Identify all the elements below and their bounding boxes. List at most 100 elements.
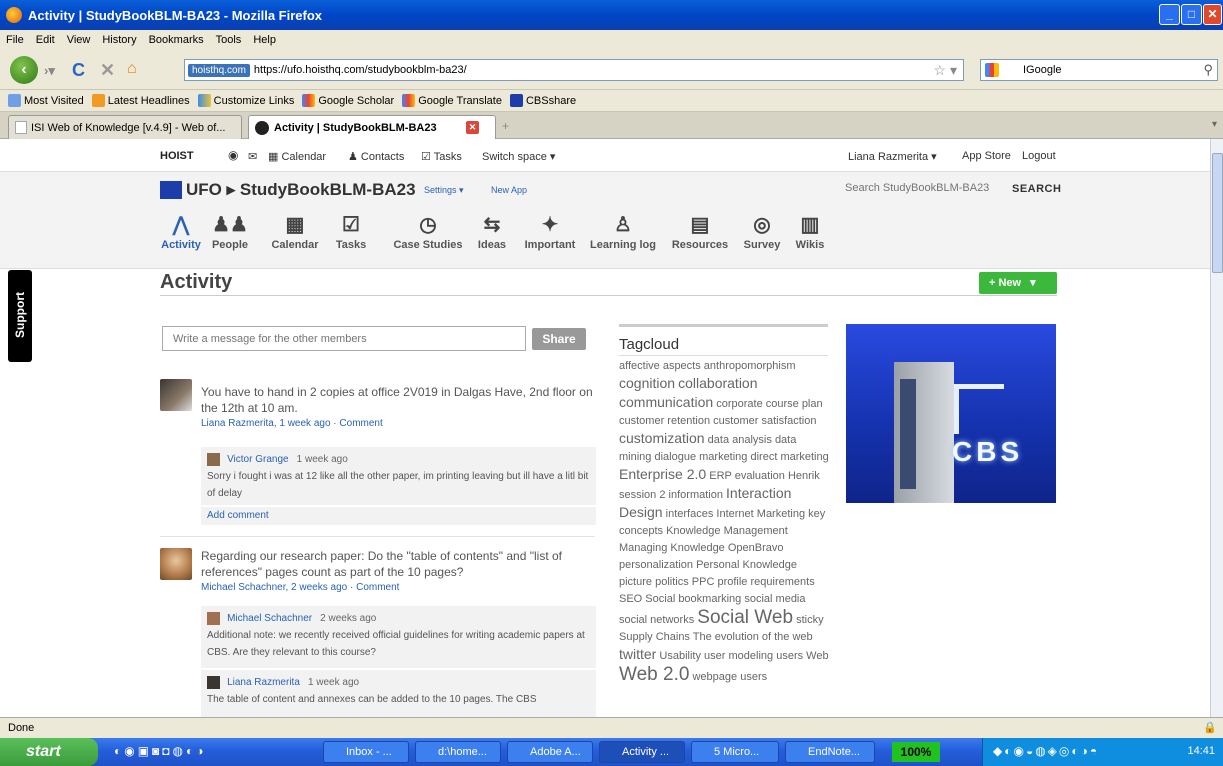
menu-view[interactable]: View <box>67 34 91 46</box>
tag-link[interactable]: social media <box>744 593 805 605</box>
tasks-link[interactable]: ☑ Tasks <box>421 150 462 163</box>
menu-bookmarks[interactable]: Bookmarks <box>149 34 204 46</box>
avatar[interactable] <box>207 676 220 689</box>
tag-link[interactable]: social networks <box>619 614 694 626</box>
nav-activity[interactable]: ⋀ Activity <box>160 214 202 251</box>
nav-ideas[interactable]: ⇆ Ideas <box>474 214 510 251</box>
tag-link[interactable]: collaboration <box>678 375 757 391</box>
close-tab-icon[interactable]: ✕ <box>466 121 479 134</box>
tag-link[interactable]: Managing Knowledge <box>619 542 725 554</box>
tag-link[interactable]: politics <box>655 576 689 588</box>
tag-link[interactable]: OpenBravo <box>728 542 784 554</box>
forward-button[interactable]: ›▾ <box>44 63 55 79</box>
nav-wikis[interactable]: ▥ Wikis <box>792 214 828 251</box>
switch-space-menu[interactable]: Switch space ▾ <box>482 150 555 163</box>
stop-icon[interactable]: ✕ <box>100 60 115 81</box>
new-button[interactable]: + New ▾ <box>979 272 1057 294</box>
new-tab-button[interactable]: + <box>502 119 509 133</box>
search-bar[interactable]: IGoogle ⚲ <box>980 59 1218 81</box>
maximize-button[interactable]: □ <box>1181 4 1202 25</box>
menu-file[interactable]: File <box>6 34 24 46</box>
new-app-link[interactable]: New App <box>491 185 527 195</box>
tag-link[interactable]: evaluation <box>735 470 785 482</box>
tag-link[interactable]: Knowledge Management <box>666 525 788 537</box>
comment-link[interactable]: Comment <box>339 418 382 429</box>
support-tab[interactable]: Support <box>8 270 32 362</box>
app-store-link[interactable]: App Store <box>962 150 1011 162</box>
tag-link[interactable]: dialogue marketing <box>654 451 747 463</box>
tag-link[interactable]: webpage <box>692 671 737 683</box>
back-button[interactable]: ‹ <box>10 56 38 84</box>
comment-link[interactable]: Comment <box>356 582 399 593</box>
tag-link[interactable]: twitter <box>619 646 656 662</box>
taskbar-item-folder[interactable]: d:\home... <box>415 741 501 763</box>
bookmark-google-scholar[interactable]: Google Scholar <box>302 94 394 107</box>
tag-link[interactable]: requirements <box>751 576 815 588</box>
space-search-input[interactable] <box>845 177 1005 199</box>
site-identity-badge[interactable]: hoisthq.com <box>188 63 250 77</box>
author-link[interactable]: Michael Schachner <box>201 582 286 593</box>
url-bar[interactable]: hoisthq.com https://ufo.hoisthq.com/stud… <box>184 59 964 81</box>
nav-learning-log[interactable]: ♙ Learning log <box>588 214 658 251</box>
tag-link[interactable]: interfaces <box>666 508 714 520</box>
message-input[interactable] <box>162 326 526 351</box>
nav-people[interactable]: ♟♟ People <box>208 214 252 251</box>
share-button[interactable]: Share <box>532 328 586 350</box>
tag-link[interactable]: personalization <box>619 559 693 571</box>
tag-link[interactable]: direct marketing <box>750 451 828 463</box>
tag-link[interactable]: Internet Marketing <box>716 508 805 520</box>
avatar[interactable] <box>207 612 220 625</box>
bookmark-latest-headlines[interactable]: Latest Headlines <box>91 94 190 107</box>
quick-launch-icons[interactable]: ◐◉▣◙◘◍◐◑ <box>114 744 207 758</box>
tag-link[interactable]: Social Web <box>697 607 793 628</box>
logout-link[interactable]: Logout <box>1022 150 1056 162</box>
tag-link[interactable]: profile <box>717 576 747 588</box>
avatar[interactable] <box>160 379 192 411</box>
taskbar-item-endnote[interactable]: EndNote... <box>785 741 875 763</box>
tag-link[interactable]: PPC <box>692 576 715 588</box>
bookmark-google-translate[interactable]: Google Translate <box>402 94 502 107</box>
tab-list-icon[interactable]: ▾ <box>1212 119 1217 130</box>
nav-case-studies[interactable]: ◷ Case Studies <box>389 214 467 251</box>
space-title[interactable]: UFO ▸ StudyBookBLM-BA23 <box>186 180 416 200</box>
tag-link[interactable]: affective aspects <box>619 360 701 372</box>
tab-activity[interactable]: Activity | StudyBookBLM-BA23 ✕ <box>248 115 496 139</box>
taskbar-item-adobe[interactable]: Adobe A... <box>507 741 593 763</box>
tag-link[interactable]: Web <box>806 650 828 662</box>
bookmark-most-visited[interactable]: Most Visited <box>8 94 84 107</box>
start-button[interactable]: start <box>0 738 98 766</box>
tag-link[interactable]: picture <box>619 576 652 588</box>
bookmark-customize-links[interactable]: Customize Links <box>197 94 294 107</box>
nav-survey[interactable]: ◎ Survey <box>741 214 783 251</box>
avatar[interactable] <box>207 453 220 466</box>
nav-tasks[interactable]: ☑ Tasks <box>331 214 371 251</box>
tag-link[interactable]: customization <box>619 430 705 446</box>
menu-edit[interactable]: Edit <box>36 34 55 46</box>
menu-help[interactable]: Help <box>253 34 276 46</box>
tag-link[interactable]: The evolution of the web <box>693 631 813 643</box>
vertical-scrollbar[interactable] <box>1210 139 1223 717</box>
hoist-brand[interactable]: HOIST <box>160 150 194 162</box>
tag-link[interactable]: SEO <box>619 593 642 605</box>
taskbar-item-firefox[interactable]: Activity ... <box>599 741 685 763</box>
tag-link[interactable]: corporate course plan <box>716 398 822 410</box>
taskbar-item-word[interactable]: 5 Micro... <box>691 741 779 763</box>
tag-link[interactable]: Enterprise 2.0 <box>619 466 706 482</box>
contacts-link[interactable]: ♟ Contacts <box>348 150 404 163</box>
tag-link[interactable]: Usability <box>659 650 701 662</box>
search-button[interactable]: SEARCH <box>1012 183 1061 195</box>
bookmark-cbsshare[interactable]: CBSshare <box>509 94 576 107</box>
settings-menu[interactable]: Settings ▾ <box>424 185 464 196</box>
tag-link[interactable]: session 2 <box>619 489 665 501</box>
add-comment-link[interactable]: Add comment <box>201 507 596 525</box>
tag-link[interactable]: anthropomorphism <box>704 360 796 372</box>
mail-icon[interactable]: ✉ <box>248 150 257 163</box>
close-button[interactable]: ✕ <box>1203 4 1222 25</box>
tag-link[interactable]: ERP <box>709 470 731 482</box>
nav-important[interactable]: ✦ Important <box>519 214 581 251</box>
tag-link[interactable]: Henrik <box>788 470 820 482</box>
tag-link[interactable]: Web 2.0 <box>619 664 689 685</box>
home-icon[interactable]: ⌂ <box>127 60 137 78</box>
url-text[interactable]: https://ufo.hoisthq.com/studybookblm-ba2… <box>254 64 467 76</box>
tag-link[interactable]: cognition <box>619 375 675 391</box>
